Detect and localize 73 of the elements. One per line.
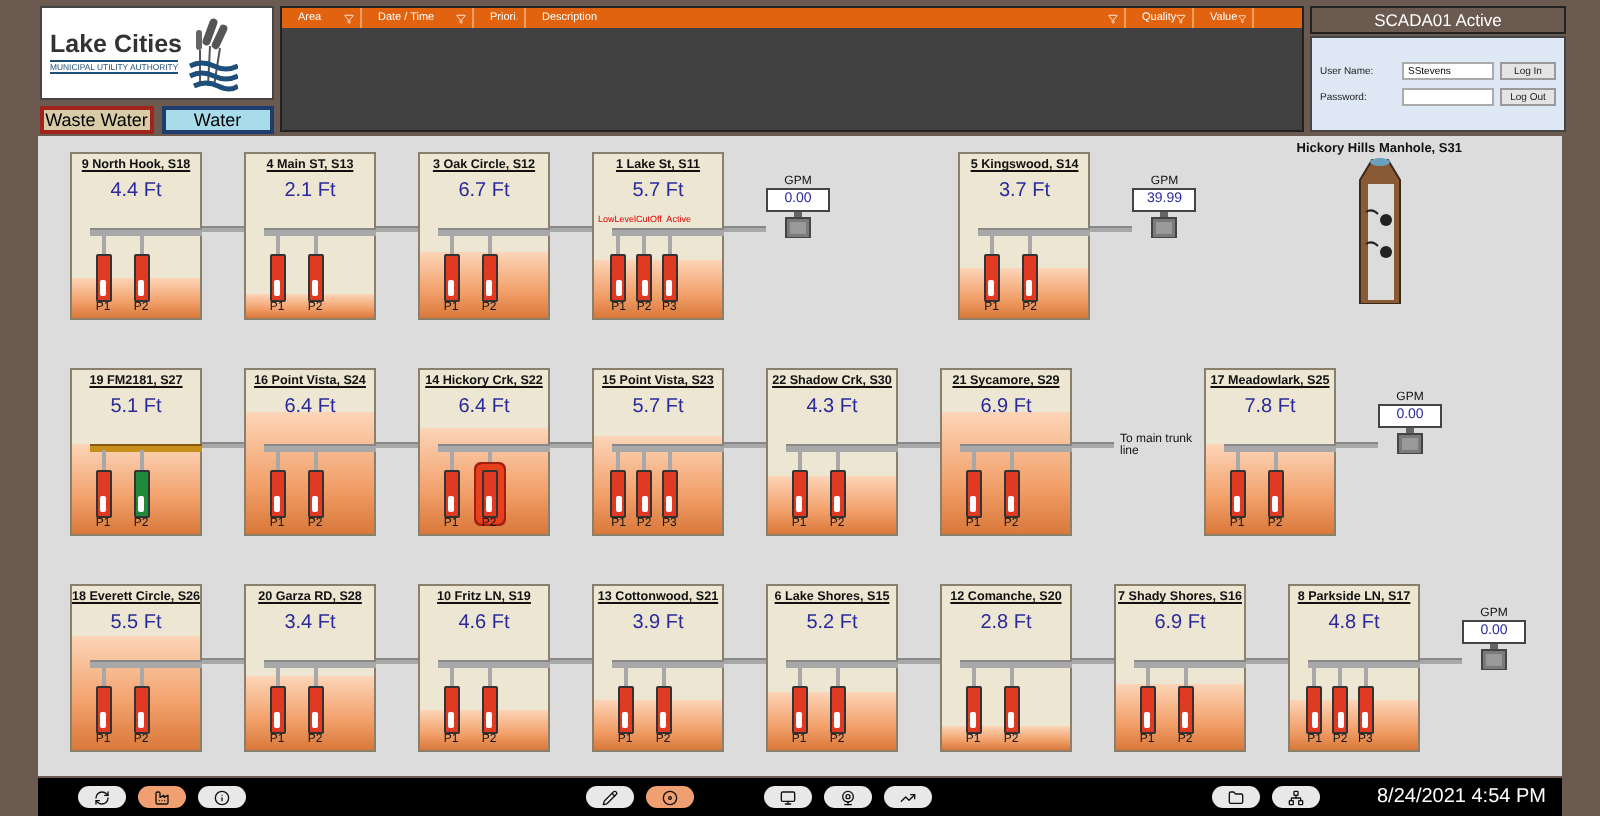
toolbar-button[interactable]: [198, 786, 246, 808]
toolbar-button[interactable]: [586, 786, 634, 808]
pump-icon[interactable]: [1021, 254, 1038, 302]
level-reading: 5.7 Ft: [632, 396, 684, 418]
pump-icon[interactable]: [965, 686, 981, 734]
refresh-icon: [94, 789, 110, 805]
level-reading: 5.7 Ft: [632, 180, 684, 202]
valve-icon: [1480, 644, 1508, 670]
level-reading: 5.2 Ft: [806, 612, 858, 634]
password-field[interactable]: [1402, 88, 1494, 106]
toolbar-button[interactable]: [138, 786, 186, 808]
toolbar-button[interactable]: [1272, 786, 1320, 808]
disc-icon: [662, 789, 678, 805]
toolbar-button[interactable]: [646, 786, 694, 808]
network-icon: [1288, 789, 1304, 805]
pump-icon[interactable]: [481, 686, 497, 734]
factory-icon: [154, 789, 170, 805]
level-reading: 3.4 Ft: [284, 612, 336, 634]
monitor-icon: [780, 789, 796, 805]
pump-icon[interactable]: [655, 686, 671, 734]
pump-icon[interactable]: [307, 254, 323, 302]
toolbar-button[interactable]: [824, 786, 872, 808]
pump-icon[interactable]: [636, 470, 652, 518]
level-reading: 2.8 Ft: [980, 612, 1032, 634]
toolbar-button[interactable]: [764, 786, 812, 808]
pump-icon[interactable]: [133, 254, 149, 302]
level-reading: 2.1 Ft: [284, 180, 336, 202]
pump-icon[interactable]: [610, 470, 627, 518]
trend-chart-icon: [900, 789, 916, 805]
level-reading: 6.9 Ft: [980, 396, 1032, 418]
pump-icon[interactable]: [269, 254, 285, 302]
filter-icon[interactable]: [1108, 13, 1118, 23]
level-reading: 4.3 Ft: [806, 396, 858, 418]
level-reading: 5.5 Ft: [110, 612, 162, 634]
filter-icon[interactable]: [456, 13, 466, 23]
level-reading: 7.8 Ft: [1244, 396, 1296, 418]
server-status-title: SCADA01 Active: [1310, 6, 1566, 34]
level-reading: 6.4 Ft: [458, 396, 510, 418]
pump-icon[interactable]: [1003, 686, 1019, 734]
level-reading: 4.6 Ft: [458, 612, 510, 634]
webcam-icon: [840, 789, 856, 805]
pump-icon[interactable]: [443, 686, 459, 734]
logo-name: Lake Cities: [50, 32, 183, 58]
level-reading: 5.1 Ft: [110, 396, 162, 418]
level-reading: 4.4 Ft: [110, 180, 162, 202]
section-tab[interactable]: Waste Water: [40, 106, 153, 134]
pump-icon[interactable]: [617, 686, 633, 734]
level-reading: 3.7 Ft: [998, 180, 1051, 202]
valve-icon: [1150, 212, 1179, 238]
toolbar-button[interactable]: [884, 786, 932, 808]
section-tab[interactable]: Water: [161, 106, 274, 134]
level-reading: 4.8 Ft: [1328, 612, 1380, 634]
filter-icon[interactable]: [344, 13, 354, 23]
toolbar-button[interactable]: [78, 786, 126, 808]
pencil-icon: [602, 789, 618, 805]
folder-icon: [1228, 789, 1244, 805]
toolbar-button[interactable]: [1212, 786, 1260, 808]
pump-icon[interactable]: [1306, 686, 1323, 734]
valve-icon: [784, 212, 812, 238]
info-icon: [214, 789, 230, 805]
date-time: 8/24/2021 4:54 PM: [1376, 786, 1546, 808]
pump-icon[interactable]: [610, 254, 627, 302]
pump-icon[interactable]: [95, 254, 111, 302]
pump-icon[interactable]: [983, 254, 1000, 302]
level-reading: 6.7 Ft: [458, 180, 510, 202]
valve-icon: [1396, 428, 1424, 454]
level-reading: 6.9 Ft: [1154, 612, 1206, 634]
cattail-logo-icon: [186, 13, 239, 93]
pump-icon[interactable]: [636, 254, 652, 302]
pump-icon[interactable]: [1357, 686, 1374, 734]
level-reading: 3.9 Ft: [632, 612, 684, 634]
pump-icon[interactable]: [1332, 686, 1348, 734]
level-reading: 6.4 Ft: [284, 396, 336, 418]
